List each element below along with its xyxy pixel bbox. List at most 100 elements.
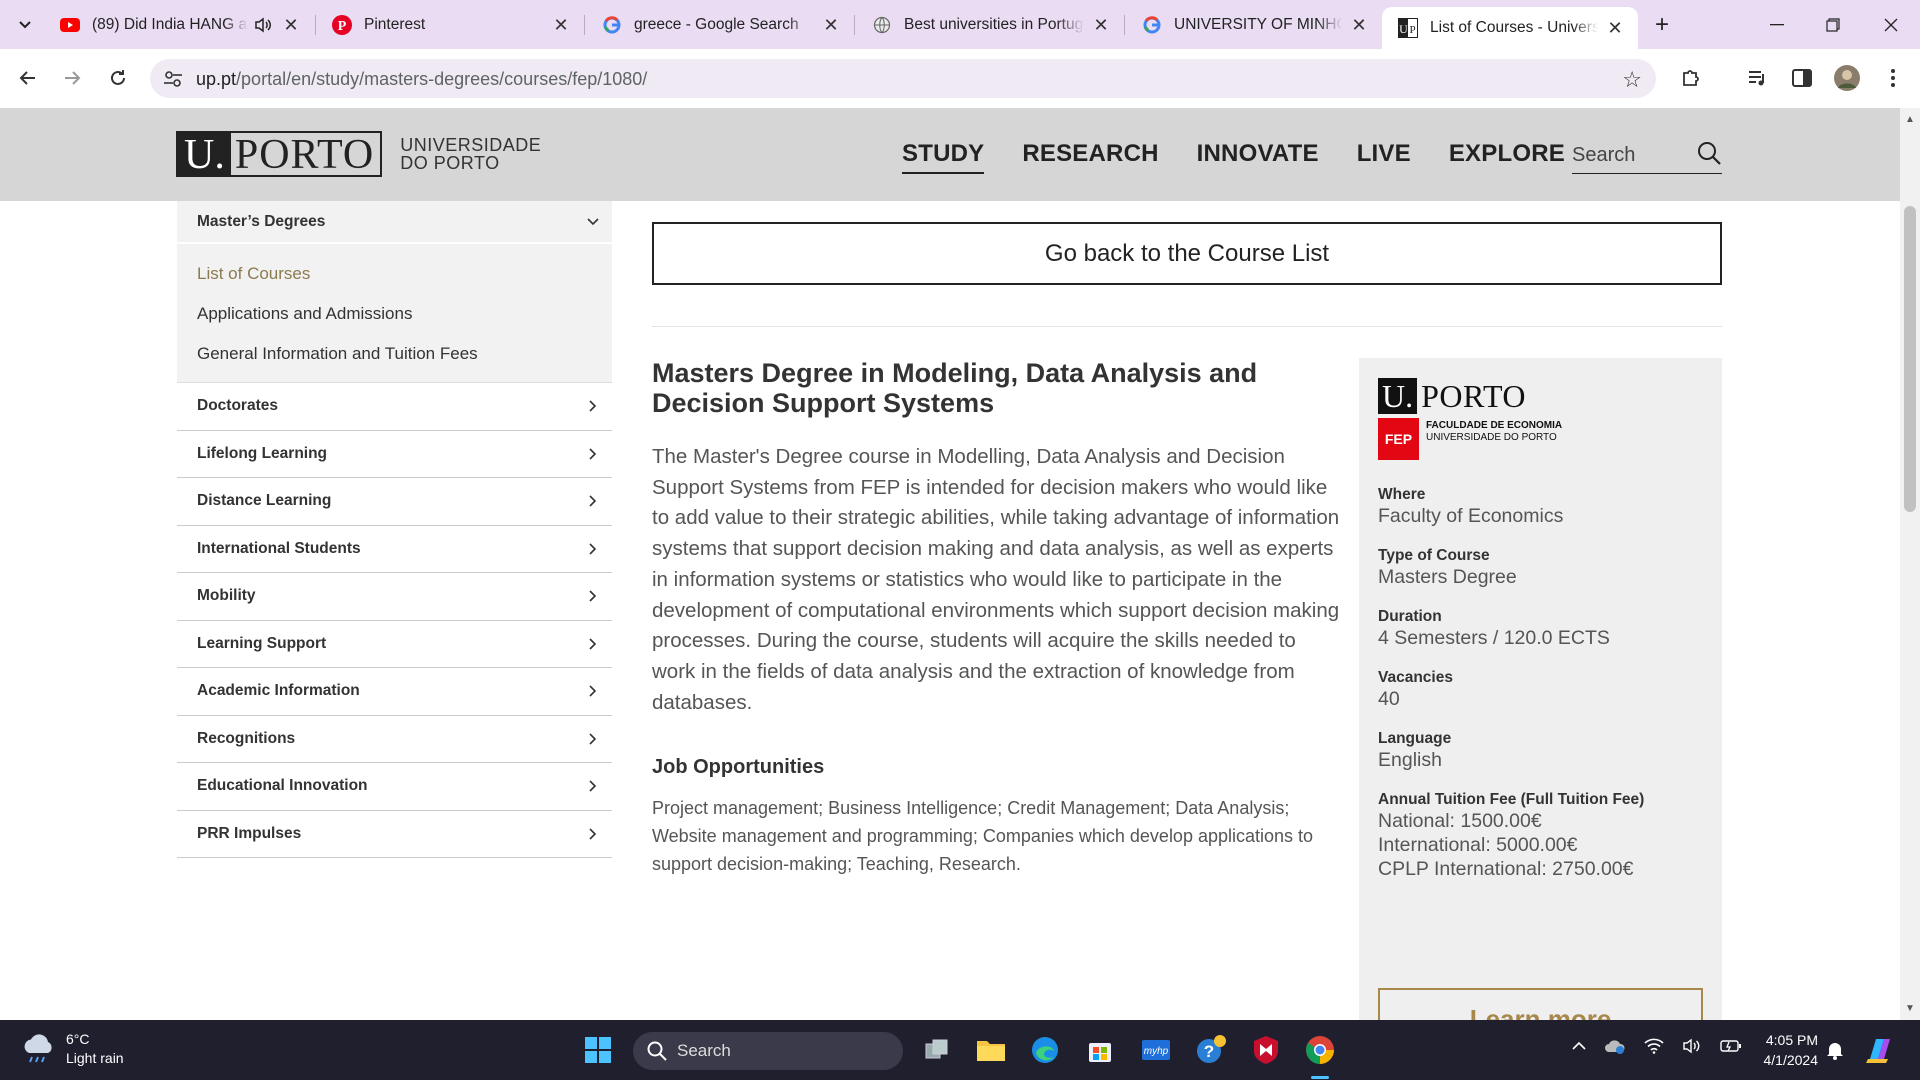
restore-button[interactable]: [1813, 10, 1853, 40]
scroll-down-arrow-icon[interactable]: ▼: [1905, 1003, 1915, 1014]
url-text: up.pt/portal/en/study/masters-degrees/co…: [196, 69, 647, 90]
sidebar-sub-item-list-of-courses[interactable]: List of Courses: [197, 254, 612, 294]
file-explorer-button[interactable]: [971, 1030, 1011, 1070]
sidebar-item-doctorates[interactable]: Doctorates: [177, 383, 612, 431]
uporto-logo[interactable]: U. PORTO UNIVERSIDADE DO PORTO: [176, 131, 541, 177]
search-icon[interactable]: [1696, 140, 1722, 166]
chevron-right-icon: [586, 637, 600, 651]
chevron-right-icon: [586, 589, 600, 603]
battery-icon[interactable]: [1720, 1038, 1742, 1054]
sidebar-item-mobility[interactable]: Mobility: [177, 573, 612, 621]
sidebar-item-academic-information[interactable]: Academic Information: [177, 668, 612, 716]
tab-youtube[interactable]: (89) Did India HANG an ✕: [44, 7, 314, 43]
sidebar-item-international-students[interactable]: International Students: [177, 526, 612, 573]
page-scrollbar[interactable]: ▲ ▼: [1900, 108, 1920, 1020]
close-icon[interactable]: ✕: [822, 15, 840, 36]
logo-porto: PORTO: [234, 132, 375, 178]
close-icon[interactable]: ✕: [552, 15, 570, 36]
start-button[interactable]: [578, 1030, 618, 1070]
volume-icon[interactable]: [1682, 1038, 1702, 1054]
extensions-button[interactable]: [1676, 63, 1706, 93]
wifi-icon[interactable]: [1644, 1038, 1664, 1054]
learn-more-button[interactable]: Learn more: [1378, 988, 1703, 1020]
media-controls-button[interactable]: [1743, 63, 1773, 93]
playlist-icon: [1749, 71, 1764, 86]
pinterest-icon: P: [332, 15, 352, 35]
tab-list-of-courses[interactable]: UP List of Courses - University ✕: [1382, 7, 1638, 49]
myhp-button[interactable]: myhp: [1136, 1030, 1176, 1070]
svg-text:P: P: [1409, 24, 1415, 36]
arrow-right-icon: [65, 71, 81, 85]
nav-research[interactable]: RESEARCH: [1022, 140, 1158, 174]
sidebar-item-distance-learning[interactable]: Distance Learning: [177, 478, 612, 526]
edge-icon: [1032, 1037, 1058, 1063]
speaker-icon[interactable]: [254, 17, 274, 33]
back-to-course-list-button[interactable]: Go back to the Course List: [652, 222, 1722, 285]
sidebar-item-educational-innovation[interactable]: Educational Innovation: [177, 763, 612, 811]
help-icon: ?: [1197, 1035, 1226, 1063]
close-icon[interactable]: ✕: [1350, 15, 1368, 36]
type-label: Type of Course: [1378, 547, 1490, 564]
scroll-up-arrow-icon[interactable]: ▲: [1905, 114, 1915, 125]
profile-avatar[interactable]: [1832, 63, 1862, 93]
sidebar-item-lifelong-learning[interactable]: Lifelong Learning: [177, 431, 612, 478]
tab-google-greece[interactable]: greece - Google Search ✕: [586, 7, 854, 43]
tuition-fee-label: Annual Tuition Fee (Full Tuition Fee): [1378, 791, 1645, 808]
chevron-up-icon[interactable]: [1572, 1041, 1586, 1051]
search-icon: [647, 1041, 667, 1061]
task-view-button[interactable]: [917, 1030, 957, 1070]
site-info-icon[interactable]: [162, 68, 184, 90]
microsoft-store-button[interactable]: [1080, 1030, 1120, 1070]
side-panel-button[interactable]: [1787, 63, 1817, 93]
course-title: Masters Degree in Modeling, Data Analysi…: [652, 358, 1258, 418]
chrome-button[interactable]: [1300, 1030, 1340, 1070]
close-icon[interactable]: ✕: [282, 15, 300, 36]
address-bar[interactable]: up.pt/portal/en/study/masters-degrees/co…: [150, 59, 1656, 98]
bookmark-star-icon[interactable]: ☆: [1622, 67, 1642, 93]
nav-explore[interactable]: EXPLORE: [1449, 140, 1565, 174]
browser-menu-button[interactable]: [1878, 63, 1908, 93]
scrollbar-thumb[interactable]: [1904, 206, 1916, 512]
tab-pinterest[interactable]: P Pinterest ✕: [316, 7, 584, 43]
fep-badge: FEP: [1378, 418, 1419, 460]
tab-best-universities[interactable]: Best universities in Portuga ✕: [856, 7, 1124, 43]
close-window-button[interactable]: [1871, 10, 1911, 40]
back-button[interactable]: [12, 62, 44, 94]
site-search-input[interactable]: [1572, 138, 1682, 172]
sidebar-item-prr-impulses[interactable]: PRR Impulses: [177, 811, 612, 858]
sidebar-item-recognitions[interactable]: Recognitions: [177, 716, 612, 763]
nav-study[interactable]: STUDY: [902, 140, 985, 174]
sidebar-item-label: Educational Innovation: [197, 777, 368, 795]
nav-live[interactable]: LIVE: [1357, 140, 1411, 174]
nav-innovate[interactable]: INNOVATE: [1197, 140, 1319, 174]
forward-button[interactable]: [56, 62, 88, 94]
tab-search-button[interactable]: [10, 10, 40, 40]
tab-title: Pinterest: [364, 16, 426, 33]
copilot-icon: [1866, 1039, 1890, 1063]
minimize-button[interactable]: [1757, 10, 1797, 40]
reload-button[interactable]: [102, 62, 134, 94]
sidebar-section-masters[interactable]: Master’s Degrees: [177, 201, 612, 244]
copilot-button[interactable]: [1860, 1030, 1900, 1070]
sidebar-sub-item-tuition-fees[interactable]: General Information and Tuition Fees: [197, 334, 612, 374]
avatar-icon: [1834, 65, 1860, 91]
help-button[interactable]: ?: [1191, 1030, 1231, 1070]
taskbar-clock[interactable]: 4:05 PM 4/1/2024: [1756, 1030, 1819, 1070]
notifications-button[interactable]: [1815, 1030, 1855, 1070]
puzzle-icon: [1683, 70, 1699, 86]
weather-widget[interactable]: 6°C Light rain: [20, 1030, 124, 1068]
logo-wordmark: U. PORTO: [176, 131, 383, 178]
close-icon[interactable]: ✕: [1092, 15, 1110, 36]
new-tab-button[interactable]: +: [1648, 12, 1676, 40]
mcafee-button[interactable]: [1246, 1030, 1286, 1070]
edge-browser-button[interactable]: [1025, 1030, 1065, 1070]
close-icon[interactable]: ✕: [1606, 18, 1624, 39]
where-label: Where: [1378, 486, 1426, 503]
onedrive-cloud-icon[interactable]: [1604, 1038, 1626, 1054]
sidebar-sub-item-applications[interactable]: Applications and Admissions: [197, 294, 612, 334]
sidebar-item-learning-support[interactable]: Learning Support: [177, 621, 612, 668]
google-icon: [1142, 15, 1162, 35]
tab-university-minho[interactable]: UNIVERSITY OF MINHO - C ✕: [1126, 7, 1382, 43]
logo-subtitle-line2: DO PORTO: [400, 153, 500, 173]
taskbar-search[interactable]: Search: [633, 1032, 903, 1070]
